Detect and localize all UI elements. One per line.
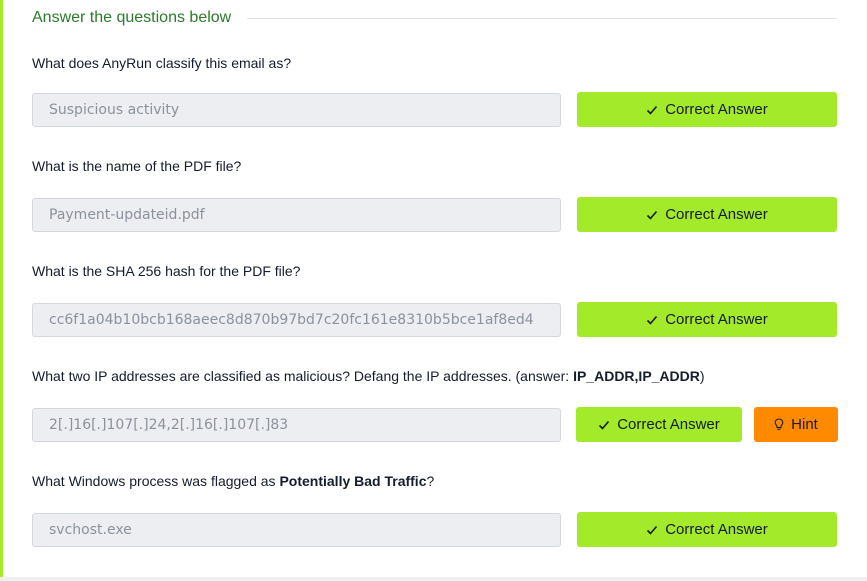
question-5-prefix: What Windows process was flagged as — [32, 473, 280, 489]
question-1-button-label: Correct Answer — [665, 101, 768, 118]
check-icon — [599, 420, 610, 430]
section-header: Answer the questions below — [32, 6, 837, 30]
question-5-text: What Windows process was flagged as Pote… — [32, 471, 842, 491]
question-4-bold: IP_ADDR,IP_ADDR — [573, 368, 700, 384]
question-4-suffix: ) — [699, 368, 705, 384]
lightbulb-icon — [774, 418, 784, 430]
question-5-suffix: ? — [426, 473, 435, 489]
check-icon — [647, 210, 658, 220]
question-3-button-label: Correct Answer — [665, 311, 768, 328]
check-icon — [647, 525, 658, 535]
question-4-hint-label: Hint — [791, 416, 818, 433]
question-4-correct-answer-button[interactable]: Correct Answer — [576, 407, 742, 442]
question-2-answer-field[interactable]: Payment-updateid.pdf — [32, 198, 561, 232]
question-1-correct-answer-button[interactable]: Correct Answer — [577, 92, 837, 127]
question-3-answer-field[interactable]: cc6f1a04b10bcb168aeec8d870b97bd7c20fc161… — [32, 303, 561, 337]
check-icon — [647, 105, 658, 115]
question-1-text: What does AnyRun classify this email as? — [32, 53, 842, 73]
question-3-text: What is the SHA 256 hash for the PDF fil… — [32, 261, 842, 281]
question-2-correct-answer-button[interactable]: Correct Answer — [577, 197, 837, 232]
question-5-button-label: Correct Answer — [665, 521, 768, 538]
check-icon — [647, 315, 658, 325]
question-5-answer-field[interactable]: svchost.exe — [32, 513, 561, 547]
question-1-prefix: What does AnyRun classify this email as? — [32, 55, 292, 71]
question-4-answer-field[interactable]: 2[.]16[.]107[.]24,2[.]16[.]107[.]83 — [32, 408, 561, 442]
question-5-correct-answer-button[interactable]: Correct Answer — [577, 512, 837, 547]
question-4-button-label: Correct Answer — [617, 416, 720, 433]
section-divider — [247, 17, 837, 19]
question-4-hint-button[interactable]: Hint — [754, 407, 838, 442]
question-4-text: What two IP addresses are classified as … — [32, 366, 842, 386]
question-3-prefix: What is the SHA 256 hash for the PDF fil… — [32, 263, 301, 279]
question-3-correct-answer-button[interactable]: Correct Answer — [577, 302, 837, 337]
question-2-prefix: What is the name of the PDF file? — [32, 158, 242, 174]
question-2-button-label: Correct Answer — [665, 206, 768, 223]
question-1-answer-field[interactable]: Suspicious activity — [32, 93, 561, 127]
task-answer-panel: Answer the questions below What does Any… — [0, 0, 867, 581]
section-title: Answer the questions below — [32, 9, 232, 26]
question-5-bold: Potentially Bad Traffic — [279, 473, 427, 489]
panel-bottom-edge — [0, 577, 867, 581]
question-2-text: What is the name of the PDF file? — [32, 156, 842, 176]
task-accent-bar — [0, 0, 3, 581]
question-4-prefix: What two IP addresses are classified as … — [32, 368, 574, 384]
